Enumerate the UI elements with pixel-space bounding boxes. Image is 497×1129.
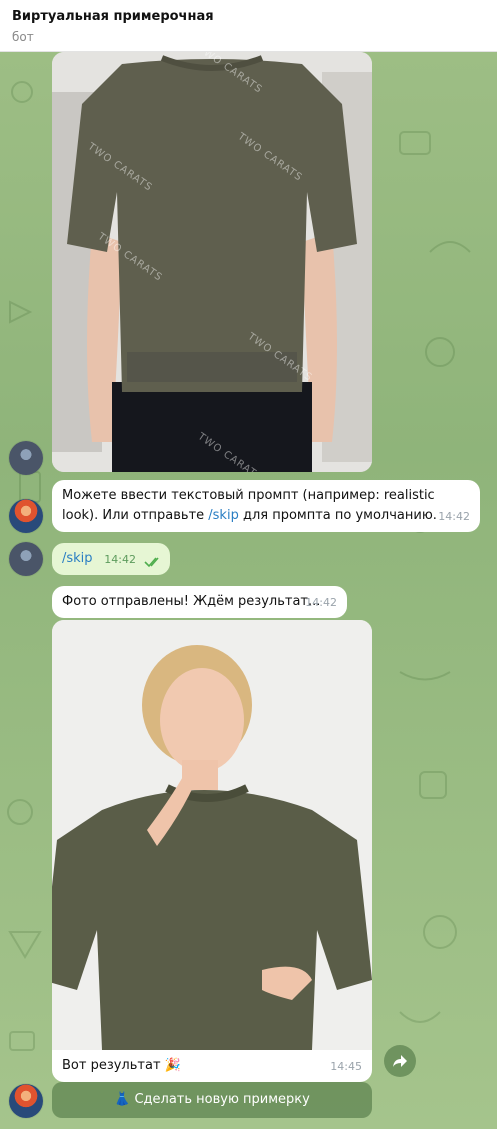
user-message-skip: /skip 14:42 (52, 543, 170, 575)
bot-message-result: Вот результат 🎉 14:45 (52, 1050, 372, 1082)
chat-subtitle: бот (12, 30, 34, 44)
bot-avatar[interactable] (9, 499, 43, 533)
chat-title: Виртуальная примерочная (12, 9, 214, 24)
bot-message-prompt: Можете ввести текстовый промпт (например… (52, 480, 480, 532)
message-time: 14:42 (104, 553, 136, 566)
result-photo-illustration (52, 620, 372, 1050)
double-check-icon (144, 557, 159, 568)
product-photo[interactable]: TWO CARATS TWO CARATS TWO CARATS TWO CAR… (52, 52, 372, 472)
message-time: 14:42 (305, 596, 337, 609)
user-avatar[interactable] (9, 542, 43, 576)
share-icon (393, 1055, 407, 1067)
chat-header[interactable]: Виртуальная примерочная бот (0, 0, 497, 52)
message-time: 14:45 (330, 1060, 362, 1073)
message-text: Фото отправлены! Ждём результат... (62, 594, 321, 609)
user-avatar[interactable] (9, 441, 43, 475)
message-text: Вот результат 🎉 (62, 1058, 181, 1073)
share-button[interactable] (384, 1045, 416, 1077)
skip-command-link[interactable]: /skip (208, 508, 239, 523)
message-time: 14:42 (438, 510, 470, 523)
message-text: для промпта по умолчанию. (238, 508, 437, 523)
sweater-photo-illustration (52, 52, 372, 472)
bot-message-sent: Фото отправлены! Ждём результат... 14:42 (52, 586, 347, 618)
new-try-on-button[interactable]: 👗 Сделать новую примерку (52, 1082, 372, 1118)
result-photo[interactable] (52, 620, 372, 1050)
chat-area[interactable]: TWO CARATS TWO CARATS TWO CARATS TWO CAR… (0, 52, 497, 1129)
skip-command-link[interactable]: /skip (62, 551, 93, 566)
bot-avatar[interactable] (9, 1084, 43, 1118)
